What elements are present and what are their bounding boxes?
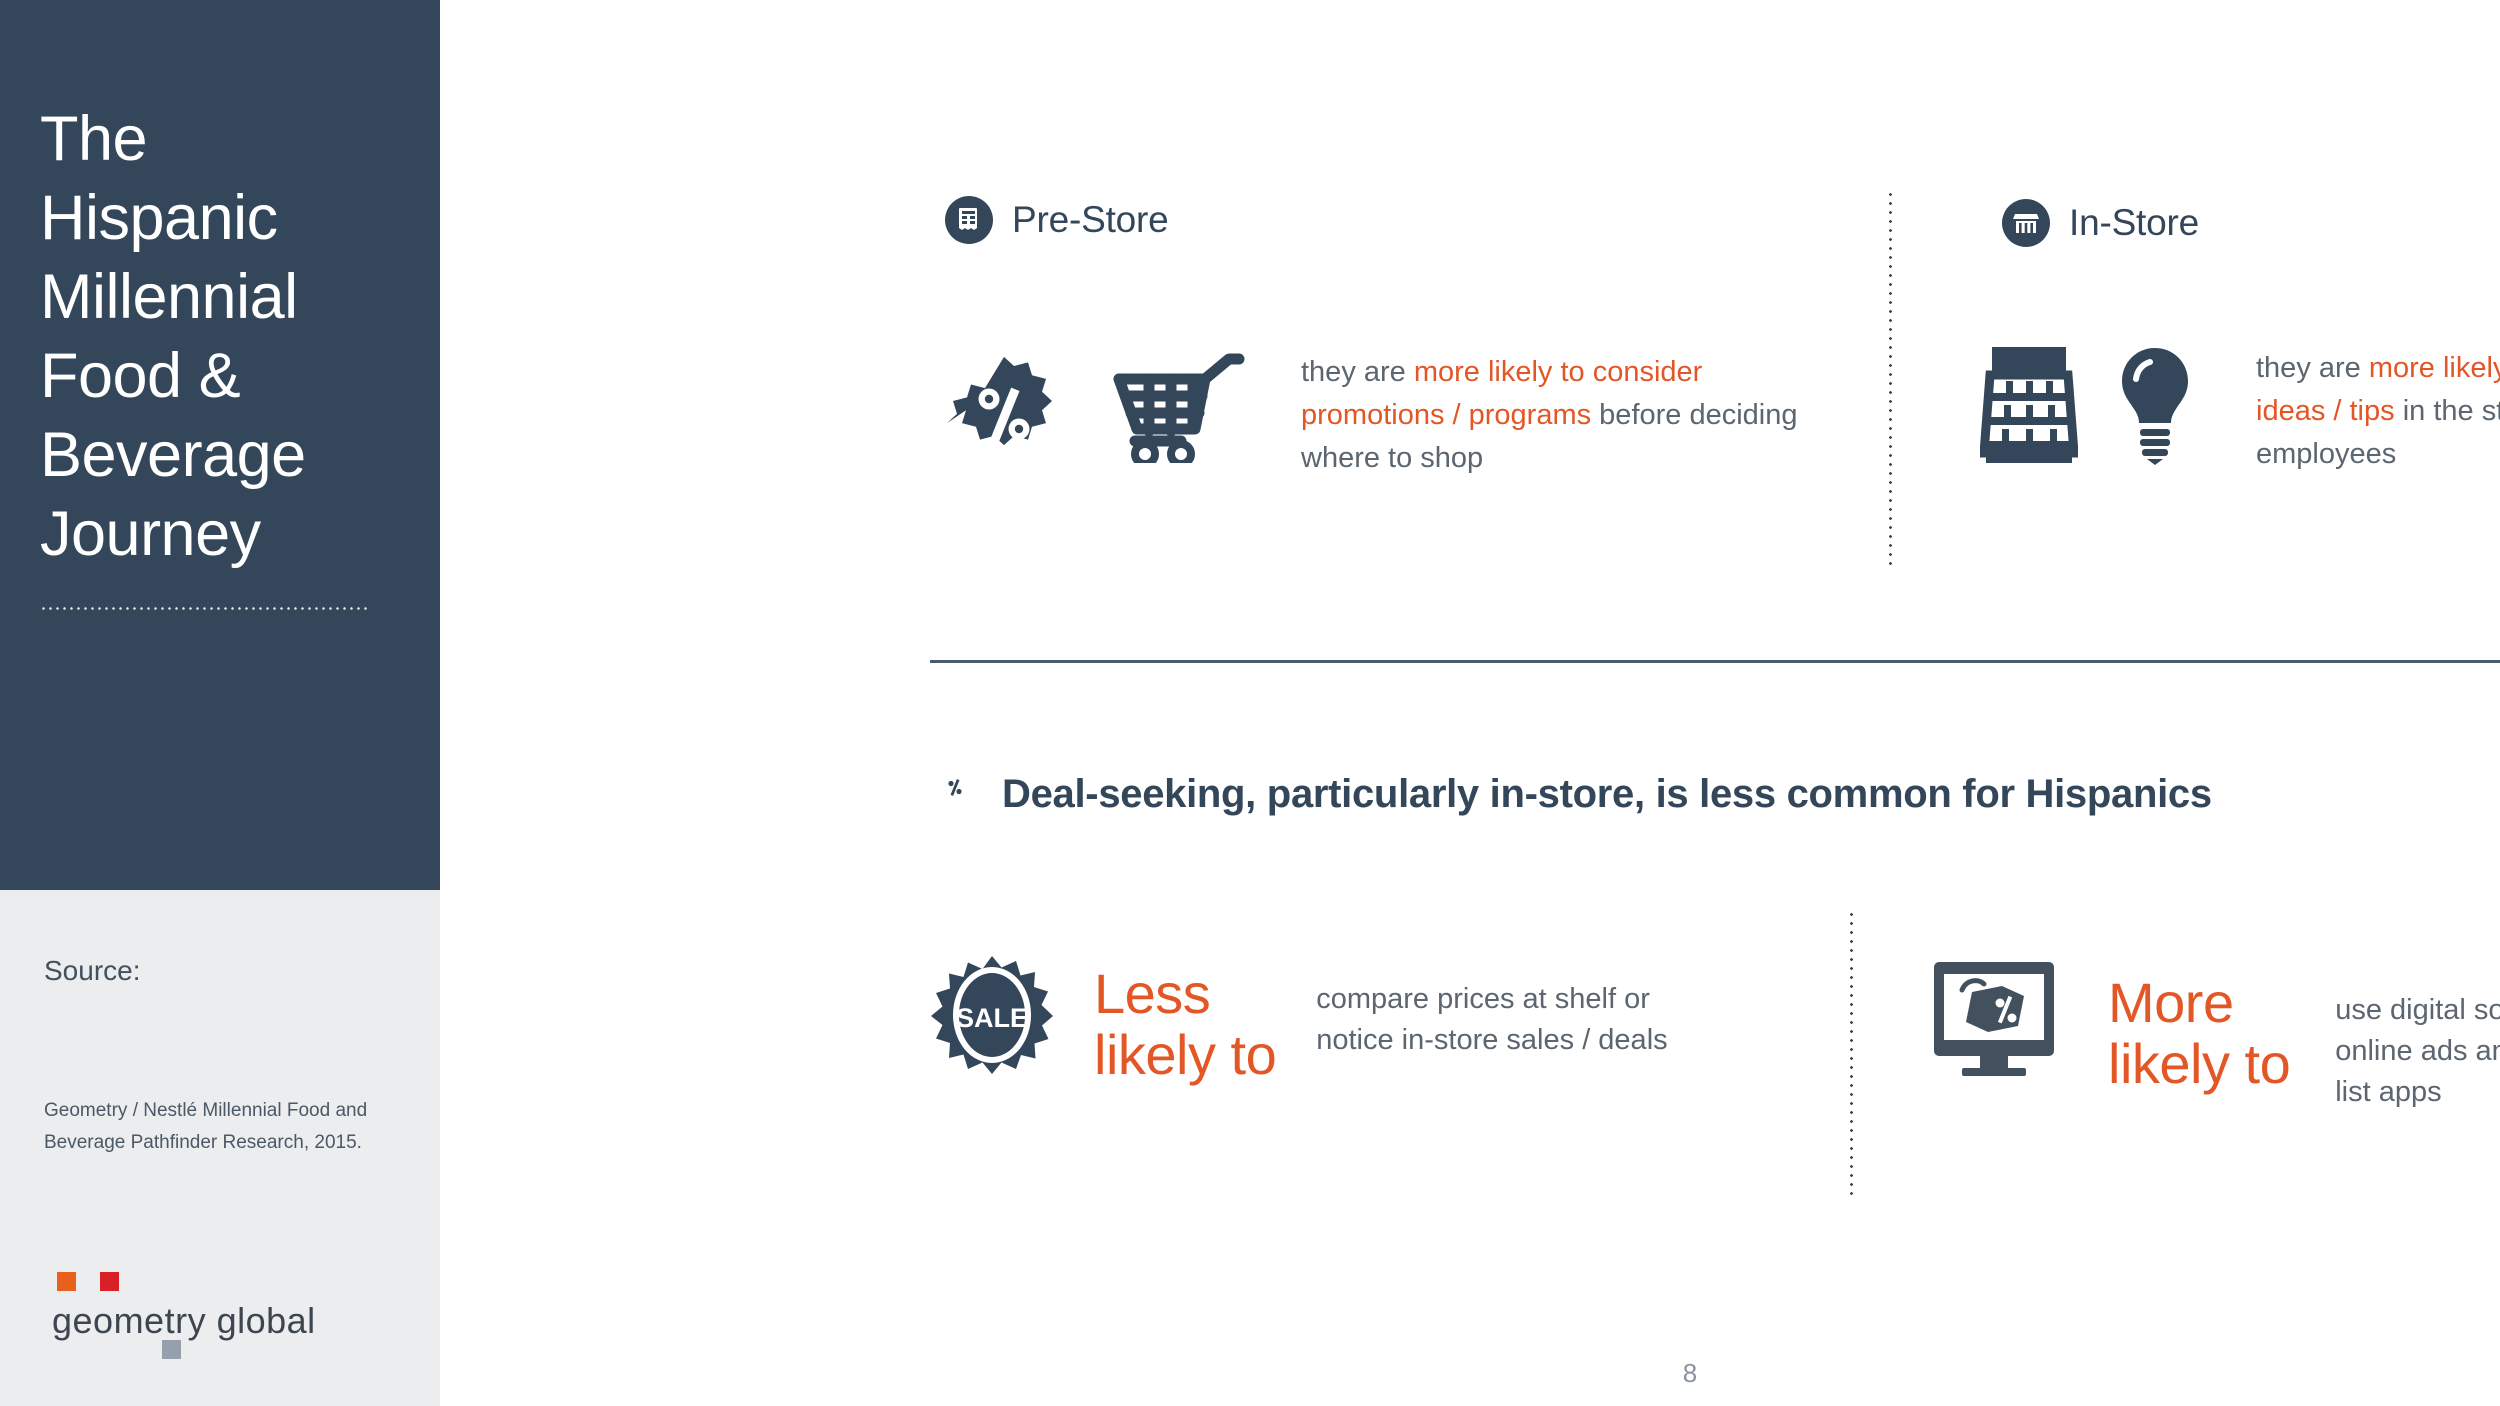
section-header-pre-store: Pre-Store — [945, 196, 1169, 244]
storefront-icon — [2002, 199, 2050, 247]
title-dotted-rule — [40, 607, 370, 610]
more-likely-headline: More likely to — [2108, 960, 2291, 1095]
vertical-dotted-divider-top — [1889, 190, 1892, 570]
logo-square-orange — [57, 1272, 76, 1291]
logo-square-red — [100, 1272, 119, 1291]
percent-badge-icon — [945, 345, 1063, 469]
section-header-deal-seeking: Deal-seeking, particularly in-store, is … — [940, 772, 2212, 817]
pre-store-copy-pre: they are — [1301, 356, 1414, 388]
shopping-cart-icon — [1111, 351, 1247, 463]
slide-body: Pre-Store In-Store they are more likely … — [440, 0, 2500, 1406]
sale-badge-icon: SALE — [930, 955, 1054, 1083]
stat-block-more-likely: More likely to use digital sources like … — [1930, 960, 2500, 1113]
content-block-pre-store: they are more likely to consider promoti… — [945, 345, 1821, 480]
pre-store-copy: they are more likely to consider promoti… — [1301, 345, 1821, 480]
store-shelf-icon — [1980, 345, 2078, 467]
less-likely-line2: likely to — [1094, 1023, 1277, 1086]
source-citation: Geometry / Nestlé Millennial Food and Be… — [44, 1100, 368, 1153]
deal-seeking-title: Deal-seeking, particularly in-store, is … — [1002, 772, 2212, 816]
sidebar: The Hispanic Millennial Food & Beverage … — [0, 0, 440, 1406]
less-likely-line1: Less — [1094, 962, 1211, 1025]
monitor-price-tag-icon — [1930, 960, 2058, 1080]
in-store-copy-pre: they are — [2256, 352, 2369, 384]
section-header-in-store: In-Store — [2002, 199, 2199, 247]
pre-store-icon-group — [945, 345, 1247, 469]
in-store-icon-group — [1980, 345, 2194, 467]
lightbulb-icon — [2116, 346, 2194, 466]
more-likely-line2: likely to — [2108, 1032, 2291, 1095]
section-title-pre-store: Pre-Store — [1012, 199, 1169, 240]
more-likely-detail: use digital sources like online ads and … — [2335, 994, 2500, 1108]
stat-block-less-likely: SALE Less likely to compare prices at sh… — [930, 955, 1696, 1085]
content-block-in-store: they are more likely to try samples, not… — [1980, 345, 2500, 476]
vertical-dotted-divider-bottom — [1850, 910, 1853, 1200]
logo-wordmark: geometry global — [52, 1300, 316, 1341]
more-likely-line1: More — [2108, 971, 2234, 1034]
receipt-icon — [945, 196, 993, 244]
sale-badge-label: SALE — [956, 1003, 1028, 1033]
less-likely-detail: compare prices at shelf or notice in-sto… — [1316, 983, 1668, 1056]
less-likely-headline: Less likely to — [1094, 955, 1277, 1086]
page-number: 8 — [1682, 1358, 1698, 1388]
horizontal-divider — [930, 660, 2500, 663]
geometry-global-logo: geometry global — [52, 1272, 352, 1382]
in-store-copy: they are more likely to try samples, not… — [2256, 345, 2500, 476]
slide: The Hispanic Millennial Food & Beverage … — [0, 0, 2500, 1406]
section-title-in-store: In-Store — [2069, 202, 2200, 243]
source-label: Source: — [44, 955, 141, 986]
page-title: The Hispanic Millennial Food & Beverage … — [40, 104, 306, 569]
percent-circle-icon — [940, 772, 985, 817]
logo-square-gray — [162, 1340, 181, 1359]
